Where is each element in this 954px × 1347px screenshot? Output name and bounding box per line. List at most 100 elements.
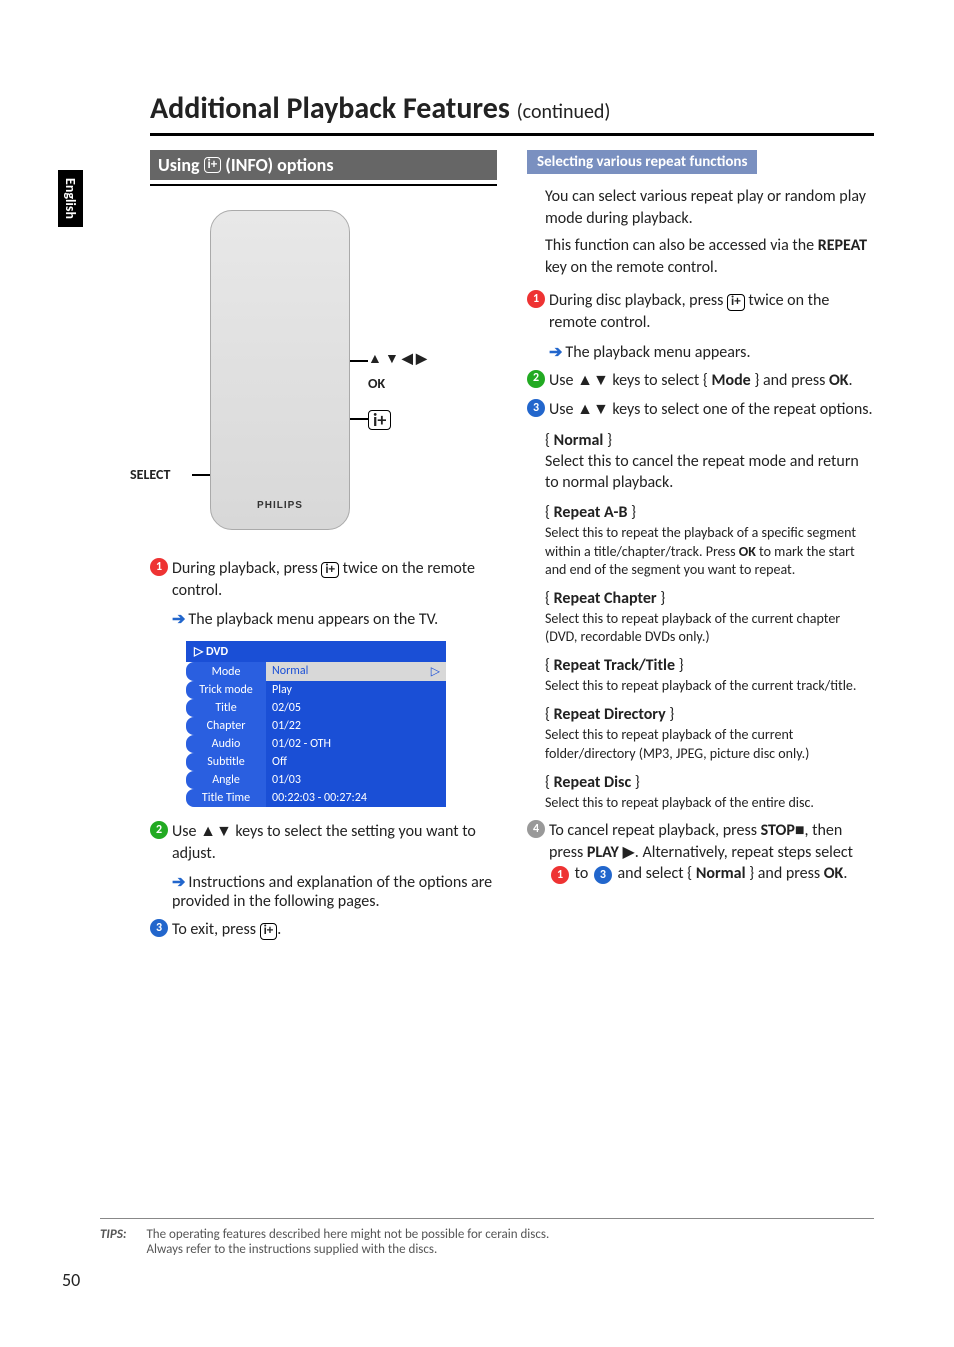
menu-row-label: Title Time: [186, 789, 266, 807]
section-title-prefix: Using: [158, 154, 200, 176]
menu-row: Title Time00:22:03 - 00:27:24: [186, 789, 446, 807]
title-continued: (continued): [517, 100, 611, 124]
r-s2d: OK: [829, 371, 849, 390]
s4-normal: Normal: [696, 864, 746, 883]
section-title-suffix: (INFO) options: [225, 154, 333, 176]
repeat-option-desc: Select this to cancel the repeat mode an…: [545, 452, 874, 494]
menu-row: Title02/05: [186, 699, 446, 717]
callout-line: [192, 474, 210, 476]
intro2-a: This function can also be accessed via t…: [545, 236, 818, 255]
r-step1-a: During disc playback, press: [549, 291, 727, 310]
arrow-right-icon: ➔: [172, 873, 185, 892]
info-icon: i+: [727, 294, 745, 310]
callout-line: [350, 418, 368, 420]
intro-para-1: You can select various repeat play or ra…: [545, 186, 874, 229]
inline-bullet-1-icon: 1: [551, 866, 569, 884]
repeat-option-head: { Repeat Disc }: [545, 773, 874, 792]
menu-row-value: 00:22:03 - 00:27:24: [266, 789, 446, 807]
remote-callout-info-icon: i+: [368, 410, 391, 430]
step-2-sub: ➔Instructions and explanation of the opt…: [172, 872, 497, 911]
playback-menu-table: ▷ DVD ModeNormal ▷Trick modePlayTitle02/…: [186, 641, 446, 807]
intro-para-2: This function can also be accessed via t…: [545, 235, 874, 278]
menu-row-label: Mode: [186, 662, 266, 681]
repeat-option-name: Repeat A-B: [554, 503, 628, 522]
menu-row-label: Audio: [186, 735, 266, 753]
step-1: 1 During playback, press i+ twice on the…: [150, 558, 497, 601]
info-icon: i+: [260, 923, 278, 939]
step-2-sub-text: Instructions and explanation of the opti…: [172, 873, 492, 911]
repeat-option-name: Repeat Disc: [554, 773, 631, 792]
menu-row: Chapter01/22: [186, 717, 446, 735]
left-column: Using i+ (INFO) options PHILIPS ▲ ▼ ◀ ▶ …: [150, 150, 497, 949]
r-step1-sub: ➔The playback menu appears.: [549, 342, 874, 362]
callout-line: [350, 360, 368, 362]
menu-header-text: DVD: [206, 645, 228, 659]
title-main: Additional Playback Features: [150, 90, 517, 127]
bullet-2-icon: 2: [527, 370, 545, 388]
bullet-1-icon: 1: [150, 558, 168, 576]
bullet-4-icon: 4: [527, 820, 545, 838]
intro2-repeat: REPEAT: [818, 236, 867, 255]
repeat-option-desc: Select this to repeat the playback of a …: [545, 524, 874, 579]
remote-callout-arrows: ▲ ▼ ◀ ▶: [368, 350, 427, 367]
s4f: to: [571, 864, 592, 883]
menu-row-value: 01/22: [266, 717, 446, 735]
r-step-2: 2 Use ▲▼ keys to select { Mode } and pre…: [527, 370, 874, 392]
s4a: To cancel repeat playback, press: [549, 821, 761, 840]
repeat-option-desc: Select this to repeat playback of the cu…: [545, 610, 874, 646]
period: .: [277, 920, 281, 939]
step-1-sub: ➔The playback menu appears on the TV.: [172, 609, 497, 629]
repeat-option-head: { Repeat Directory }: [545, 705, 874, 724]
menu-header-row: ▷ DVD: [186, 641, 446, 662]
repeat-option-desc: Select this to repeat playback of the cu…: [545, 677, 874, 695]
page-number: 50: [62, 1269, 80, 1291]
r-step-4: 4 To cancel repeat playback, press STOP■…: [527, 820, 874, 885]
repeat-option-name: Repeat Track/Title: [554, 656, 675, 675]
arrow-right-icon: ➔: [172, 610, 185, 629]
repeat-option-head: { Repeat Chapter }: [545, 589, 874, 608]
menu-row-label: Subtitle: [186, 753, 266, 771]
step-1-sub-text: The playback menu appears on the TV.: [188, 610, 438, 629]
repeat-option-desc: Select this to repeat playback of the en…: [545, 794, 874, 812]
r-step-1: 1 During disc playback, press i+ twice o…: [527, 290, 874, 333]
menu-row: SubtitleOff: [186, 753, 446, 771]
language-tab: English: [58, 170, 83, 227]
info-icon: i+: [204, 157, 222, 173]
remote-callout-select: SELECT: [130, 466, 170, 483]
tips-label: TIPS:: [100, 1227, 126, 1257]
repeat-option-name: Repeat Directory: [554, 705, 666, 724]
menu-row-value: Play: [266, 681, 446, 699]
bullet-3-icon: 3: [527, 399, 545, 417]
menu-row-label: Title: [186, 699, 266, 717]
tips-line-2: Always refer to the instructions supplie…: [146, 1242, 549, 1257]
remote-control-image: PHILIPS: [210, 210, 350, 530]
menu-row-value: 02/05: [266, 699, 446, 717]
step-3-text: To exit, press: [172, 920, 260, 939]
tips-footer: TIPS: The operating features described h…: [100, 1218, 874, 1257]
repeat-option-name: Normal: [554, 431, 604, 450]
s4g: and select {: [614, 864, 696, 883]
right-column: Selecting various repeat functions You c…: [527, 150, 874, 949]
r-s2a: Use ▲▼ keys to select {: [549, 371, 711, 390]
section-header-using-info: Using i+ (INFO) options: [150, 150, 497, 180]
repeat-option-head: { Repeat A-B }: [545, 503, 874, 522]
info-icon: i+: [321, 562, 339, 578]
intro2-c: key on the remote control.: [545, 258, 718, 277]
menu-row-value: Normal ▷: [266, 662, 446, 681]
s4k: .: [843, 864, 847, 883]
r-step-3: 3 Use ▲▼ keys to select one of the repea…: [527, 399, 874, 421]
tips-line-1: The operating features described here mi…: [146, 1227, 549, 1242]
step-2: 2 Use ▲▼ keys to select the setting you …: [150, 821, 497, 864]
s4e: ▶. Alternatively, repeat steps select: [619, 843, 853, 862]
title-rule: [150, 133, 874, 136]
bullet-3-icon: 3: [150, 919, 168, 937]
repeat-option-head: { Repeat Track/Title }: [545, 656, 874, 675]
s4-ok: OK: [824, 864, 844, 883]
menu-row: ModeNormal ▷: [186, 662, 446, 681]
bullet-2-icon: 2: [150, 821, 168, 839]
menu-row-value: Off: [266, 753, 446, 771]
s4-play: PLAY: [587, 843, 619, 862]
menu-row-value: 01/02 - OTH: [266, 735, 446, 753]
repeat-option-desc: Select this to repeat playback of the cu…: [545, 726, 874, 762]
remote-brand-label: PHILIPS: [211, 500, 349, 511]
